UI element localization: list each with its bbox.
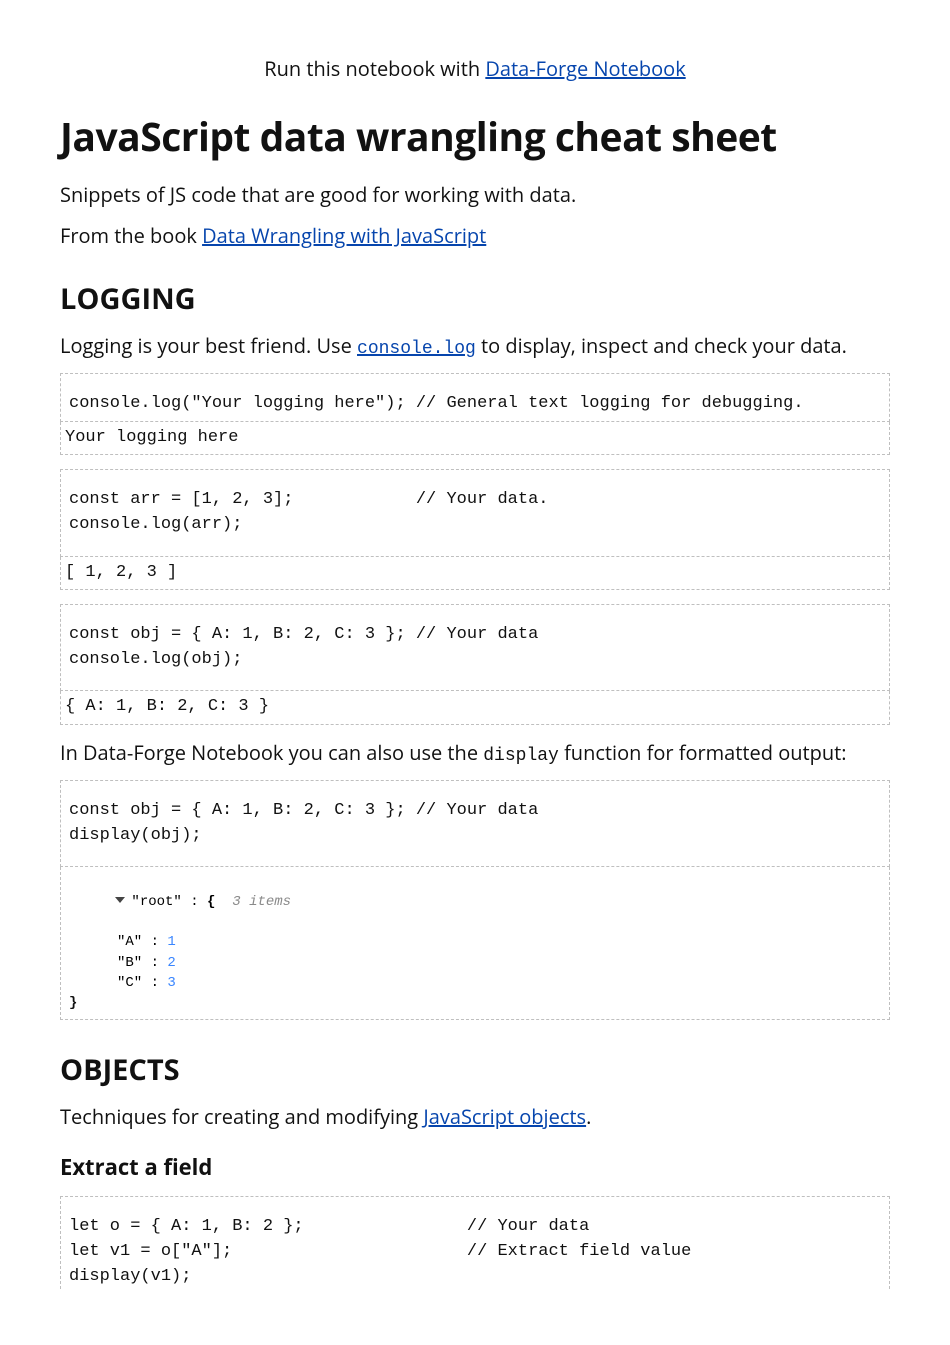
logging-pre: Logging is your best friend. Use — [60, 332, 357, 359]
tree-child-row: "A" : 1 — [65, 932, 885, 952]
code-line: let v1 = o["A"]; // Extract field value — [69, 1240, 881, 1265]
tree-key: "C" : — [117, 975, 167, 991]
open-brace: { — [207, 894, 215, 910]
close-brace: } — [65, 993, 885, 1013]
code-block: const arr = [1, 2, 3]; // Your data. con… — [60, 469, 890, 556]
tree-items-count: 3 items — [232, 894, 291, 910]
console-log-code: console.log — [357, 339, 476, 359]
section-objects: OBJECTS — [60, 1050, 890, 1089]
code-block: const obj = { A: 1, B: 2, C: 3 }; // You… — [60, 604, 890, 691]
display-sentence: In Data-Forge Notebook you can also use … — [60, 739, 890, 766]
tree-val: 3 — [167, 975, 175, 991]
code-block: let o = { A: 1, B: 2 }; // Your data let… — [60, 1196, 890, 1289]
code-cell-5: let o = { A: 1, B: 2 }; // Your data let… — [60, 1196, 890, 1289]
output-tree: "root" : { 3 items "A" : 1 "B" : 2 "C" :… — [60, 867, 890, 1020]
tree-root-key: "root" : — [131, 894, 207, 910]
output-block: [ 1, 2, 3 ] — [60, 557, 890, 591]
code-line: const obj = { A: 1, B: 2, C: 3 }; // You… — [69, 799, 881, 824]
page-title: JavaScript data wrangling cheat sheet — [60, 110, 890, 163]
section-logging: LOGGING — [60, 279, 890, 318]
code-cell-3: const obj = { A: 1, B: 2, C: 3 }; // You… — [60, 604, 890, 725]
objects-post: . — [586, 1103, 591, 1130]
tree-child-row: "C" : 3 — [65, 973, 885, 993]
console-log-link[interactable]: console.log — [357, 332, 476, 359]
js-objects-link[interactable]: JavaScript objects — [423, 1103, 586, 1130]
tree-key: "B" : — [117, 955, 167, 971]
code-line: console.log(arr); — [69, 513, 881, 538]
display-pre: In Data-Forge Notebook you can also use … — [60, 739, 483, 766]
subsection-extract: Extract a field — [60, 1152, 890, 1182]
output-text: Your logging here — [65, 426, 885, 451]
code-block: const obj = { A: 1, B: 2, C: 3 }; // You… — [60, 780, 890, 867]
tree-key: "A" : — [117, 934, 167, 950]
output-block: Your logging here — [60, 422, 890, 456]
objects-sentence: Techniques for creating and modifying Ja… — [60, 1103, 890, 1130]
code-line: display(v1); — [69, 1265, 881, 1290]
caret-down-icon[interactable] — [115, 897, 125, 903]
code-cell-2: const arr = [1, 2, 3]; // Your data. con… — [60, 469, 890, 590]
code-block[interactable]: console.log("Your logging here"); // Gen… — [60, 373, 890, 422]
output-block: { A: 1, B: 2, C: 3 } — [60, 691, 890, 725]
run-notebook-line: Run this notebook with Data-Forge Notebo… — [60, 0, 890, 82]
logging-sentence: Logging is your best friend. Use console… — [60, 332, 890, 359]
code-line: console.log(obj); — [69, 648, 881, 673]
tree-val: 1 — [167, 934, 175, 950]
from-line: From the book Data Wrangling with JavaSc… — [60, 222, 890, 249]
output-text: [ 1, 2, 3 ] — [65, 561, 885, 586]
from-prefix: From the book — [60, 222, 202, 249]
display-code: display — [483, 746, 559, 766]
code-line: console.log("Your logging here"); // Gen… — [69, 392, 881, 417]
intro-text: Snippets of JS code that are good for wo… — [60, 181, 890, 208]
code-line: const arr = [1, 2, 3]; // Your data. — [69, 488, 881, 513]
code-line: const obj = { A: 1, B: 2, C: 3 }; // You… — [69, 623, 881, 648]
tree-child-row: "B" : 2 — [65, 953, 885, 973]
book-link[interactable]: Data Wrangling with JavaScript — [202, 222, 486, 249]
data-forge-notebook-link[interactable]: Data-Forge Notebook — [485, 55, 685, 82]
tree-root-row[interactable]: "root" : { 3 items — [65, 871, 885, 932]
output-text: { A: 1, B: 2, C: 3 } — [65, 695, 885, 720]
code-line: display(obj); — [69, 824, 881, 849]
run-prefix: Run this notebook with — [264, 55, 485, 82]
code-cell-4: const obj = { A: 1, B: 2, C: 3 }; // You… — [60, 780, 890, 1020]
code-cell-1: console.log("Your logging here"); // Gen… — [60, 373, 890, 455]
logging-post: to display, inspect and check your data. — [481, 332, 847, 359]
display-post: function for formatted output: — [564, 739, 846, 766]
objects-pre: Techniques for creating and modifying — [60, 1103, 423, 1130]
code-line: let o = { A: 1, B: 2 }; // Your data — [69, 1215, 881, 1240]
tree-val: 2 — [167, 955, 175, 971]
